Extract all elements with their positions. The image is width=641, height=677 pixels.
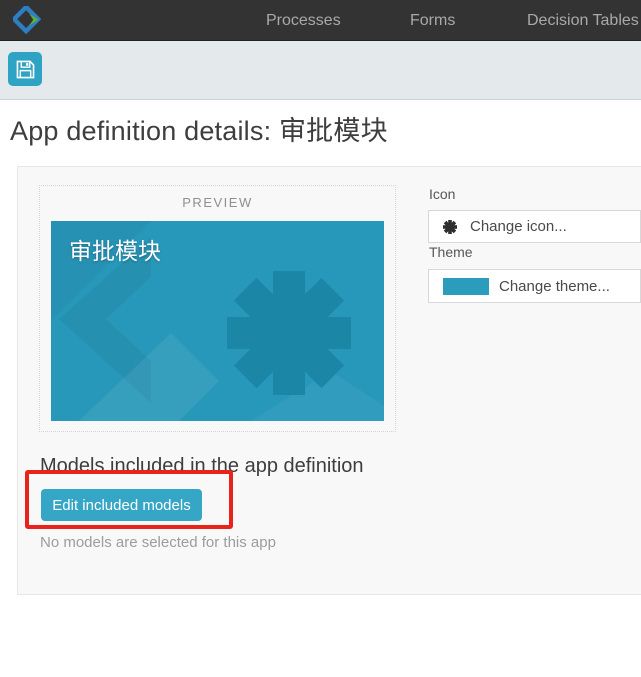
top-navbar: Processes Forms Decision Tables <box>0 0 641 41</box>
activiti-logo-icon <box>13 6 41 34</box>
models-section-heading: Models included in the app definition <box>40 455 364 478</box>
change-theme-button[interactable]: Change theme... <box>428 269 641 303</box>
theme-color-swatch <box>443 278 489 295</box>
change-icon-label: Change icon... <box>470 218 567 235</box>
app-definition-panel: PREVIEW 审批模块 <box>17 166 641 595</box>
floppy-disk-icon <box>14 58 37 81</box>
card-app-title: 审批模块 <box>69 232 161 266</box>
nav-item-processes[interactable]: Processes <box>266 0 341 41</box>
editor-toolbar <box>0 41 641 100</box>
app-tile-preview: 审批模块 <box>51 221 384 421</box>
preview-label: PREVIEW <box>40 195 395 210</box>
empty-models-text: No models are selected for this app <box>40 534 276 551</box>
icon-field-label: Icon <box>429 186 455 202</box>
change-theme-label: Change theme... <box>499 278 610 295</box>
preview-box: PREVIEW 审批模块 <box>39 185 396 432</box>
card-asterisk-icon <box>229 273 349 393</box>
theme-field-label: Theme <box>429 244 473 260</box>
change-icon-button[interactable]: Change icon... <box>428 210 641 243</box>
edit-included-models-button[interactable]: Edit included models <box>41 489 202 521</box>
asterisk-icon <box>443 220 457 234</box>
save-button[interactable] <box>8 52 42 86</box>
app-designer-screen: Processes Forms Decision Tables App defi… <box>0 0 641 677</box>
nav-item-decision-tables[interactable]: Decision Tables <box>527 0 639 41</box>
nav-item-forms[interactable]: Forms <box>410 0 455 41</box>
page-title: App definition details: 审批模块 <box>10 109 388 148</box>
